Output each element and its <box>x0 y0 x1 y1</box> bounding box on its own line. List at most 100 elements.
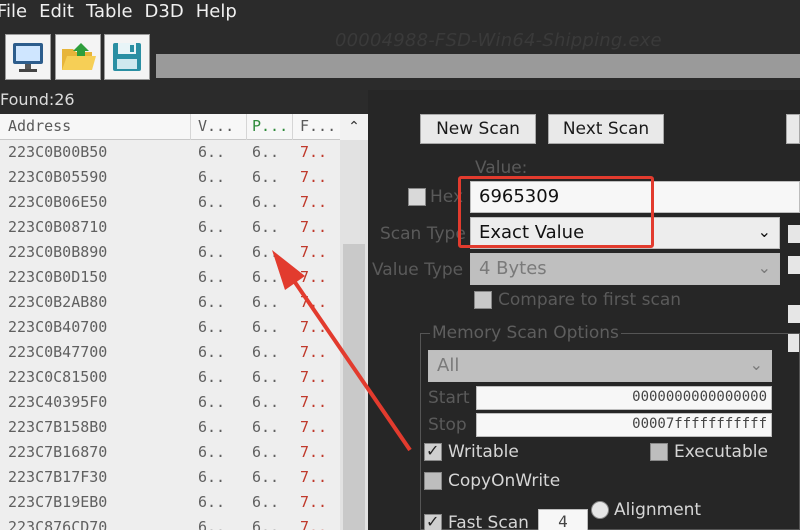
previous-cell: 6.. <box>252 343 280 361</box>
value-cell: 6.. <box>198 168 226 186</box>
scroll-up-button[interactable]: ⌃ <box>340 114 368 140</box>
option-checkbox[interactable] <box>788 256 800 274</box>
value-label: Value: <box>475 158 528 178</box>
value-cell: 6.. <box>198 193 226 211</box>
table-row[interactable]: 223C7B158B0 6.. 6.. 7.. <box>0 415 340 440</box>
next-scan-button[interactable]: Next Scan <box>548 114 664 144</box>
table-row[interactable]: 223C7B16870 6.. 6.. 7.. <box>0 440 340 465</box>
table-row[interactable]: 223C0B47700 6.. 6.. 7.. <box>0 340 340 365</box>
column-value[interactable]: V... <box>198 117 234 135</box>
table-row[interactable]: 223C7B19EB0 6.. 6.. 7.. <box>0 490 340 515</box>
alignment-label: Alignment <box>614 500 702 520</box>
option-checkbox[interactable] <box>788 225 800 243</box>
value-type-value: 4 Bytes <box>479 258 547 279</box>
new-scan-button[interactable]: New Scan <box>420 114 536 144</box>
address-cell: 223C7B19EB0 <box>8 493 108 511</box>
value-type-label: Value Type <box>372 260 464 280</box>
table-row[interactable]: 223C876CD70 6.. 6.. 7.. <box>0 515 340 530</box>
save-button[interactable] <box>104 34 150 80</box>
writable-checkbox[interactable] <box>424 441 442 461</box>
table-row[interactable]: 223C0B2AB80 6.. 6.. 7.. <box>0 290 340 315</box>
copyonwrite-checkbox[interactable] <box>424 472 442 490</box>
first-value-cell: 7.. <box>300 518 328 530</box>
address-cell: 223C0B2AB80 <box>8 293 108 311</box>
value-cell: 6.. <box>198 243 226 261</box>
value-type-select[interactable]: 4 Bytes ⌄ <box>470 253 780 285</box>
chevron-down-icon: ⌄ <box>757 258 771 277</box>
computer-icon <box>13 43 43 72</box>
table-row[interactable]: 223C0B0D150 6.. 6.. 7.. <box>0 265 340 290</box>
list-rows: 223C0B00B50 6.. 6.. 7.. 223C0B05590 6.. 6.. 7..… <box>0 140 340 530</box>
column-divider[interactable] <box>190 114 191 140</box>
address-cell: 223C7B158B0 <box>8 418 108 436</box>
value-cell: 6.. <box>198 443 226 461</box>
previous-cell: 6.. <box>252 318 280 336</box>
process-progress-bar <box>156 54 800 78</box>
fastscan-label: Fast Scan <box>448 513 529 530</box>
table-row[interactable]: 223C0B06E50 6.. 6.. 7.. <box>0 190 340 215</box>
value-cell: 6.. <box>198 143 226 161</box>
table-row[interactable]: 223C40395F0 6.. 6.. 7.. <box>0 390 340 415</box>
value-cell: 6.. <box>198 268 226 286</box>
column-address[interactable]: Address <box>8 117 71 135</box>
address-cell: 223C7B16870 <box>8 443 108 461</box>
start-address-input[interactable]: 0000000000000000 <box>476 386 772 410</box>
table-row[interactable]: 223C0B08710 6.. 6.. 7.. <box>0 215 340 240</box>
first-value-cell: 7.. <box>300 293 328 311</box>
alignment-radio[interactable] <box>591 501 609 519</box>
table-row[interactable]: 223C0B40700 6.. 6.. 7.. <box>0 315 340 340</box>
previous-cell: 6.. <box>252 418 280 436</box>
memory-region-value: All <box>437 355 460 376</box>
address-cell: 223C7B17F30 <box>8 468 108 486</box>
memory-region-select[interactable]: All ⌄ <box>428 350 772 382</box>
table-row[interactable]: 223C0B00B50 6.. 6.. 7.. <box>0 140 340 165</box>
toolbar: 00004988-FSD-Win64-Shipping.exe <box>0 24 800 90</box>
value-cell: 6.. <box>198 418 226 436</box>
scroll-thumb[interactable] <box>343 244 365 530</box>
value-cell: 6.. <box>198 468 226 486</box>
column-divider[interactable] <box>246 114 247 140</box>
address-cell: 223C0B40700 <box>8 318 108 336</box>
first-value-cell: 7.. <box>300 493 328 511</box>
first-value-cell: 7.. <box>300 168 328 186</box>
open-process-button[interactable] <box>5 34 51 80</box>
first-value-cell: 7.. <box>300 243 328 261</box>
address-cell: 223C0B00B50 <box>8 143 108 161</box>
previous-cell: 6.. <box>252 268 280 286</box>
hex-checkbox[interactable] <box>408 188 426 206</box>
previous-cell: 6.. <box>252 193 280 211</box>
undo-scan-button[interactable] <box>786 114 800 144</box>
menu-edit[interactable]: Edit <box>39 0 86 24</box>
previous-cell: 6.. <box>252 368 280 386</box>
column-previous[interactable]: P... <box>252 117 288 135</box>
column-first[interactable]: F... <box>300 117 336 135</box>
table-row[interactable]: 223C7B17F30 6.. 6.. 7.. <box>0 465 340 490</box>
previous-cell: 6.. <box>252 293 280 311</box>
compare-first-checkbox[interactable] <box>474 291 492 309</box>
table-row[interactable]: 223C0B05590 6.. 6.. 7.. <box>0 165 340 190</box>
menu-file[interactable]: File <box>0 0 39 24</box>
stop-address-input[interactable]: 00007fffffffffff <box>476 413 772 437</box>
list-scrollbar[interactable]: ⌃ <box>340 114 368 530</box>
table-row[interactable]: 223C0B0B890 6.. 6.. 7.. <box>0 240 340 265</box>
menu-table[interactable]: Table <box>86 0 145 24</box>
value-cell: 6.. <box>198 318 226 336</box>
table-row[interactable]: 223C0C81500 6.. 6.. 7.. <box>0 365 340 390</box>
chevron-down-icon: ⌄ <box>757 222 771 241</box>
address-cell: 223C0B47700 <box>8 343 108 361</box>
writable-label: Writable <box>448 442 519 462</box>
column-divider[interactable] <box>292 114 293 140</box>
option-checkbox[interactable] <box>788 305 800 323</box>
executable-label: Executable <box>674 442 768 462</box>
fastscan-checkbox[interactable] <box>424 512 442 530</box>
address-list: Address V... P... F... 223C0B00B50 6.. 6..… <box>0 114 368 530</box>
folder-open-icon <box>62 43 96 70</box>
menu-help[interactable]: Help <box>196 0 249 24</box>
start-label: Start <box>428 388 470 408</box>
fastscan-value-input[interactable]: 4 <box>538 509 588 530</box>
open-file-button[interactable] <box>55 34 101 80</box>
menu-bar: File Edit Table D3D Help <box>0 0 800 24</box>
floppy-disk-icon <box>113 43 141 71</box>
executable-checkbox[interactable] <box>650 443 668 461</box>
menu-d3d[interactable]: D3D <box>145 0 196 24</box>
